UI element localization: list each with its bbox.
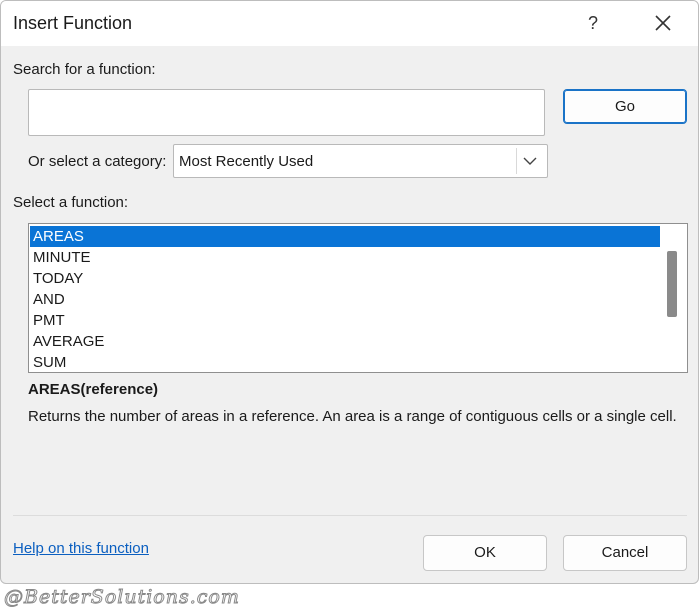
list-item[interactable]: TODAY (30, 268, 660, 289)
help-button[interactable]: ? (577, 9, 609, 37)
insert-function-dialog: Insert Function ? Search for a function:… (0, 0, 699, 584)
close-icon (655, 15, 671, 31)
list-item[interactable]: AVERAGE (30, 331, 660, 352)
list-item[interactable]: MINUTE (30, 247, 660, 268)
function-description: Returns the number of areas in a referen… (28, 408, 677, 425)
dialog-title: Insert Function (13, 13, 133, 33)
title-bar: Insert Function ? (1, 1, 698, 46)
search-label: Search for a function: (13, 61, 156, 78)
dropdown-toggle[interactable] (516, 148, 543, 174)
search-input[interactable] (28, 89, 545, 136)
category-select[interactable]: Most Recently Used (173, 144, 548, 178)
chevron-down-icon (523, 157, 537, 165)
vertical-scrollbar[interactable] (662, 224, 687, 372)
close-button[interactable] (646, 9, 680, 37)
list-item[interactable]: AREAS (30, 226, 660, 247)
scroll-thumb[interactable] (667, 251, 677, 317)
help-link[interactable]: Help on this function (13, 540, 149, 557)
function-signature: AREAS(reference) (28, 381, 159, 398)
function-list[interactable]: AREAS MINUTE TODAY AND PMT AVERAGE SUM (28, 223, 688, 373)
category-selected-value: Most Recently Used (179, 153, 314, 170)
ok-button[interactable]: OK (423, 535, 547, 571)
cancel-button[interactable]: Cancel (563, 535, 687, 571)
watermark: @BetterSolutions.com (4, 586, 240, 609)
list-item[interactable]: PMT (30, 310, 660, 331)
category-label: Or select a category: (28, 153, 167, 170)
list-item[interactable]: AND (30, 289, 660, 310)
divider (13, 515, 687, 516)
list-item[interactable]: SUM (30, 352, 660, 372)
go-button[interactable]: Go (563, 89, 687, 124)
function-list-label: Select a function: (13, 194, 129, 211)
